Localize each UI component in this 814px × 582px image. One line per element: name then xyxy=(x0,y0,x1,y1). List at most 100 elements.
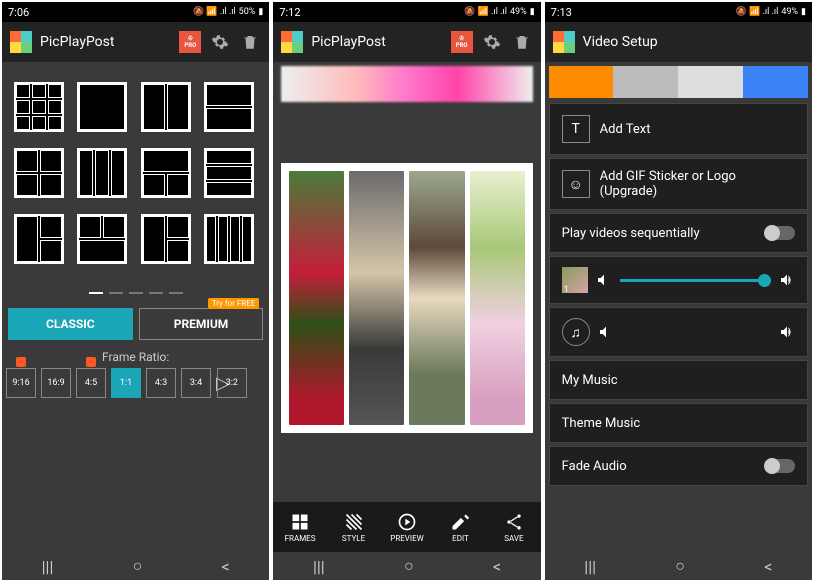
status-bar: 7:12 🔕 📶 .ıl .ıl 49% ▮ xyxy=(273,2,540,22)
back-icon[interactable]: < xyxy=(222,557,230,576)
volume-row-2: ♫ xyxy=(549,307,808,357)
pro-badge[interactable]: ♔PRO xyxy=(179,31,201,53)
settings-list[interactable]: T Add Text ☺ Add GIF Sticker or Logo (Up… xyxy=(545,62,812,552)
tab-classic[interactable]: CLASSIC xyxy=(8,308,133,340)
template-item[interactable] xyxy=(77,148,127,198)
ratio-option[interactable]: 3:2 xyxy=(217,368,247,398)
style-button[interactable]: STYLE xyxy=(327,502,380,552)
template-item[interactable] xyxy=(204,148,254,198)
status-icons: 🔕 📶 .ıl .ıl 50% ▮ xyxy=(193,7,263,17)
app-logo-icon xyxy=(10,31,32,53)
ad-banner[interactable] xyxy=(281,66,532,102)
template-item[interactable] xyxy=(141,148,191,198)
toggle-switch[interactable] xyxy=(765,226,795,240)
android-nav-bar: ||| ○ < xyxy=(2,552,269,580)
trash-icon[interactable] xyxy=(511,31,533,53)
text-icon: T xyxy=(562,115,590,143)
add-gif-row[interactable]: ☺ Add GIF Sticker or Logo (Upgrade) xyxy=(549,158,808,210)
preview-strip xyxy=(549,66,808,98)
ratio-option[interactable]: 4:3 xyxy=(146,368,176,398)
ratio-label: Frame Ratio: xyxy=(2,340,269,368)
app-logo-icon xyxy=(553,31,575,53)
app-logo-icon xyxy=(281,31,303,53)
status-bar: 7:06 🔕 📶 .ıl .ıl 50% ▮ xyxy=(2,2,269,22)
back-icon[interactable]: < xyxy=(493,557,501,576)
speaker-loud-icon xyxy=(779,272,795,288)
template-item[interactable] xyxy=(141,82,191,132)
template-item[interactable] xyxy=(204,214,254,264)
bottom-toolbar: FRAMES STYLE PREVIEW EDIT SAVE xyxy=(273,502,540,552)
app-title: PicPlayPost xyxy=(40,34,171,50)
app-bar: PicPlayPost ♔PRO xyxy=(273,22,540,62)
template-item[interactable] xyxy=(204,82,254,132)
pro-badge[interactable]: ♔PRO xyxy=(451,31,473,53)
collage-slot[interactable] xyxy=(349,171,404,425)
clip-thumbnail[interactable]: 1 xyxy=(562,267,588,293)
template-item[interactable] xyxy=(77,82,127,132)
template-item[interactable] xyxy=(14,214,64,264)
trash-icon[interactable] xyxy=(239,31,261,53)
volume-slider[interactable] xyxy=(620,279,771,282)
recents-icon[interactable]: ||| xyxy=(42,557,54,576)
app-bar: PicPlayPost ♔PRO xyxy=(2,22,269,62)
ratio-row[interactable]: 9:16 16:9 4:5 1:1 4:3 3:4 ▷ 3:2 xyxy=(2,368,269,406)
template-item[interactable] xyxy=(14,148,64,198)
phone-screen-1: 7:06 🔕 📶 .ıl .ıl 50% ▮ PicPlayPost ♔PRO xyxy=(2,2,269,580)
collage-slot[interactable] xyxy=(289,171,344,425)
speaker-icon xyxy=(598,324,614,340)
app-title: PicPlayPost xyxy=(311,34,442,50)
app-bar: Video Setup xyxy=(545,22,812,62)
status-time: 7:06 xyxy=(8,6,29,19)
collage-slot[interactable] xyxy=(409,171,464,425)
ratio-option[interactable]: 9:16 xyxy=(6,368,36,398)
home-icon[interactable]: ○ xyxy=(404,556,414,576)
play-sequentially-row[interactable]: Play videos sequentially xyxy=(549,213,808,253)
theme-music-row[interactable]: Theme Music xyxy=(549,403,808,443)
tab-premium[interactable]: PREMIUM xyxy=(139,308,264,340)
recents-icon[interactable]: ||| xyxy=(584,557,596,576)
android-nav-bar: ||| ○ < xyxy=(273,552,540,580)
fade-audio-row[interactable]: Fade Audio xyxy=(549,446,808,486)
recents-icon[interactable]: ||| xyxy=(313,557,325,576)
collage-canvas[interactable] xyxy=(281,163,532,433)
home-icon[interactable]: ○ xyxy=(675,556,685,576)
phone-screen-2: 7:12 🔕 📶 .ıl .ıl 49% ▮ PicPlayPost ♔PRO … xyxy=(273,2,540,580)
speaker-loud-icon xyxy=(779,324,795,340)
ratio-option[interactable]: 3:4 xyxy=(181,368,211,398)
status-bar: 7:13 🔕 📶 .ıl .ıl 49% ▮ xyxy=(545,2,812,22)
save-button[interactable]: SAVE xyxy=(487,502,540,552)
add-text-row[interactable]: T Add Text xyxy=(549,103,808,155)
my-music-row[interactable]: My Music xyxy=(549,360,808,400)
settings-icon[interactable] xyxy=(209,31,231,53)
speaker-icon xyxy=(596,272,612,288)
tab-row: CLASSIC PREMIUM Try for FREE xyxy=(2,308,269,340)
instagram-icon xyxy=(86,357,96,367)
template-item[interactable] xyxy=(77,214,127,264)
template-grid xyxy=(2,62,269,284)
volume-row-1: 1 xyxy=(549,256,808,304)
settings-icon[interactable] xyxy=(481,31,503,53)
status-icons: 🔕 📶 .ıl .ıl 49% ▮ xyxy=(464,7,534,17)
collage-slot[interactable] xyxy=(470,171,525,425)
status-time: 7:12 xyxy=(279,6,300,19)
preview-button[interactable]: PREVIEW xyxy=(380,502,433,552)
ratio-option[interactable]: 4:5 xyxy=(76,368,106,398)
ratio-option[interactable]: 16:9 xyxy=(41,368,71,398)
back-icon[interactable]: < xyxy=(764,557,772,576)
toggle-switch[interactable] xyxy=(765,459,795,473)
home-icon[interactable]: ○ xyxy=(133,556,143,576)
phone-screen-3: 7:13 🔕 📶 .ıl .ıl 49% ▮ Video Setup T Add… xyxy=(545,2,812,580)
status-time: 7:13 xyxy=(551,6,572,19)
music-icon: ♫ xyxy=(562,318,590,346)
template-item[interactable] xyxy=(141,214,191,264)
sticker-icon: ☺ xyxy=(562,170,590,198)
template-item[interactable] xyxy=(14,82,64,132)
ratio-option[interactable]: 1:1 xyxy=(111,368,141,398)
instagram-icon xyxy=(16,357,26,367)
android-nav-bar: ||| ○ < xyxy=(545,552,812,580)
try-free-badge: Try for FREE xyxy=(208,298,260,309)
frames-button[interactable]: FRAMES xyxy=(273,502,326,552)
edit-button[interactable]: EDIT xyxy=(434,502,487,552)
app-title: Video Setup xyxy=(583,34,804,50)
status-icons: 🔕 📶 .ıl .ıl 49% ▮ xyxy=(736,7,806,17)
